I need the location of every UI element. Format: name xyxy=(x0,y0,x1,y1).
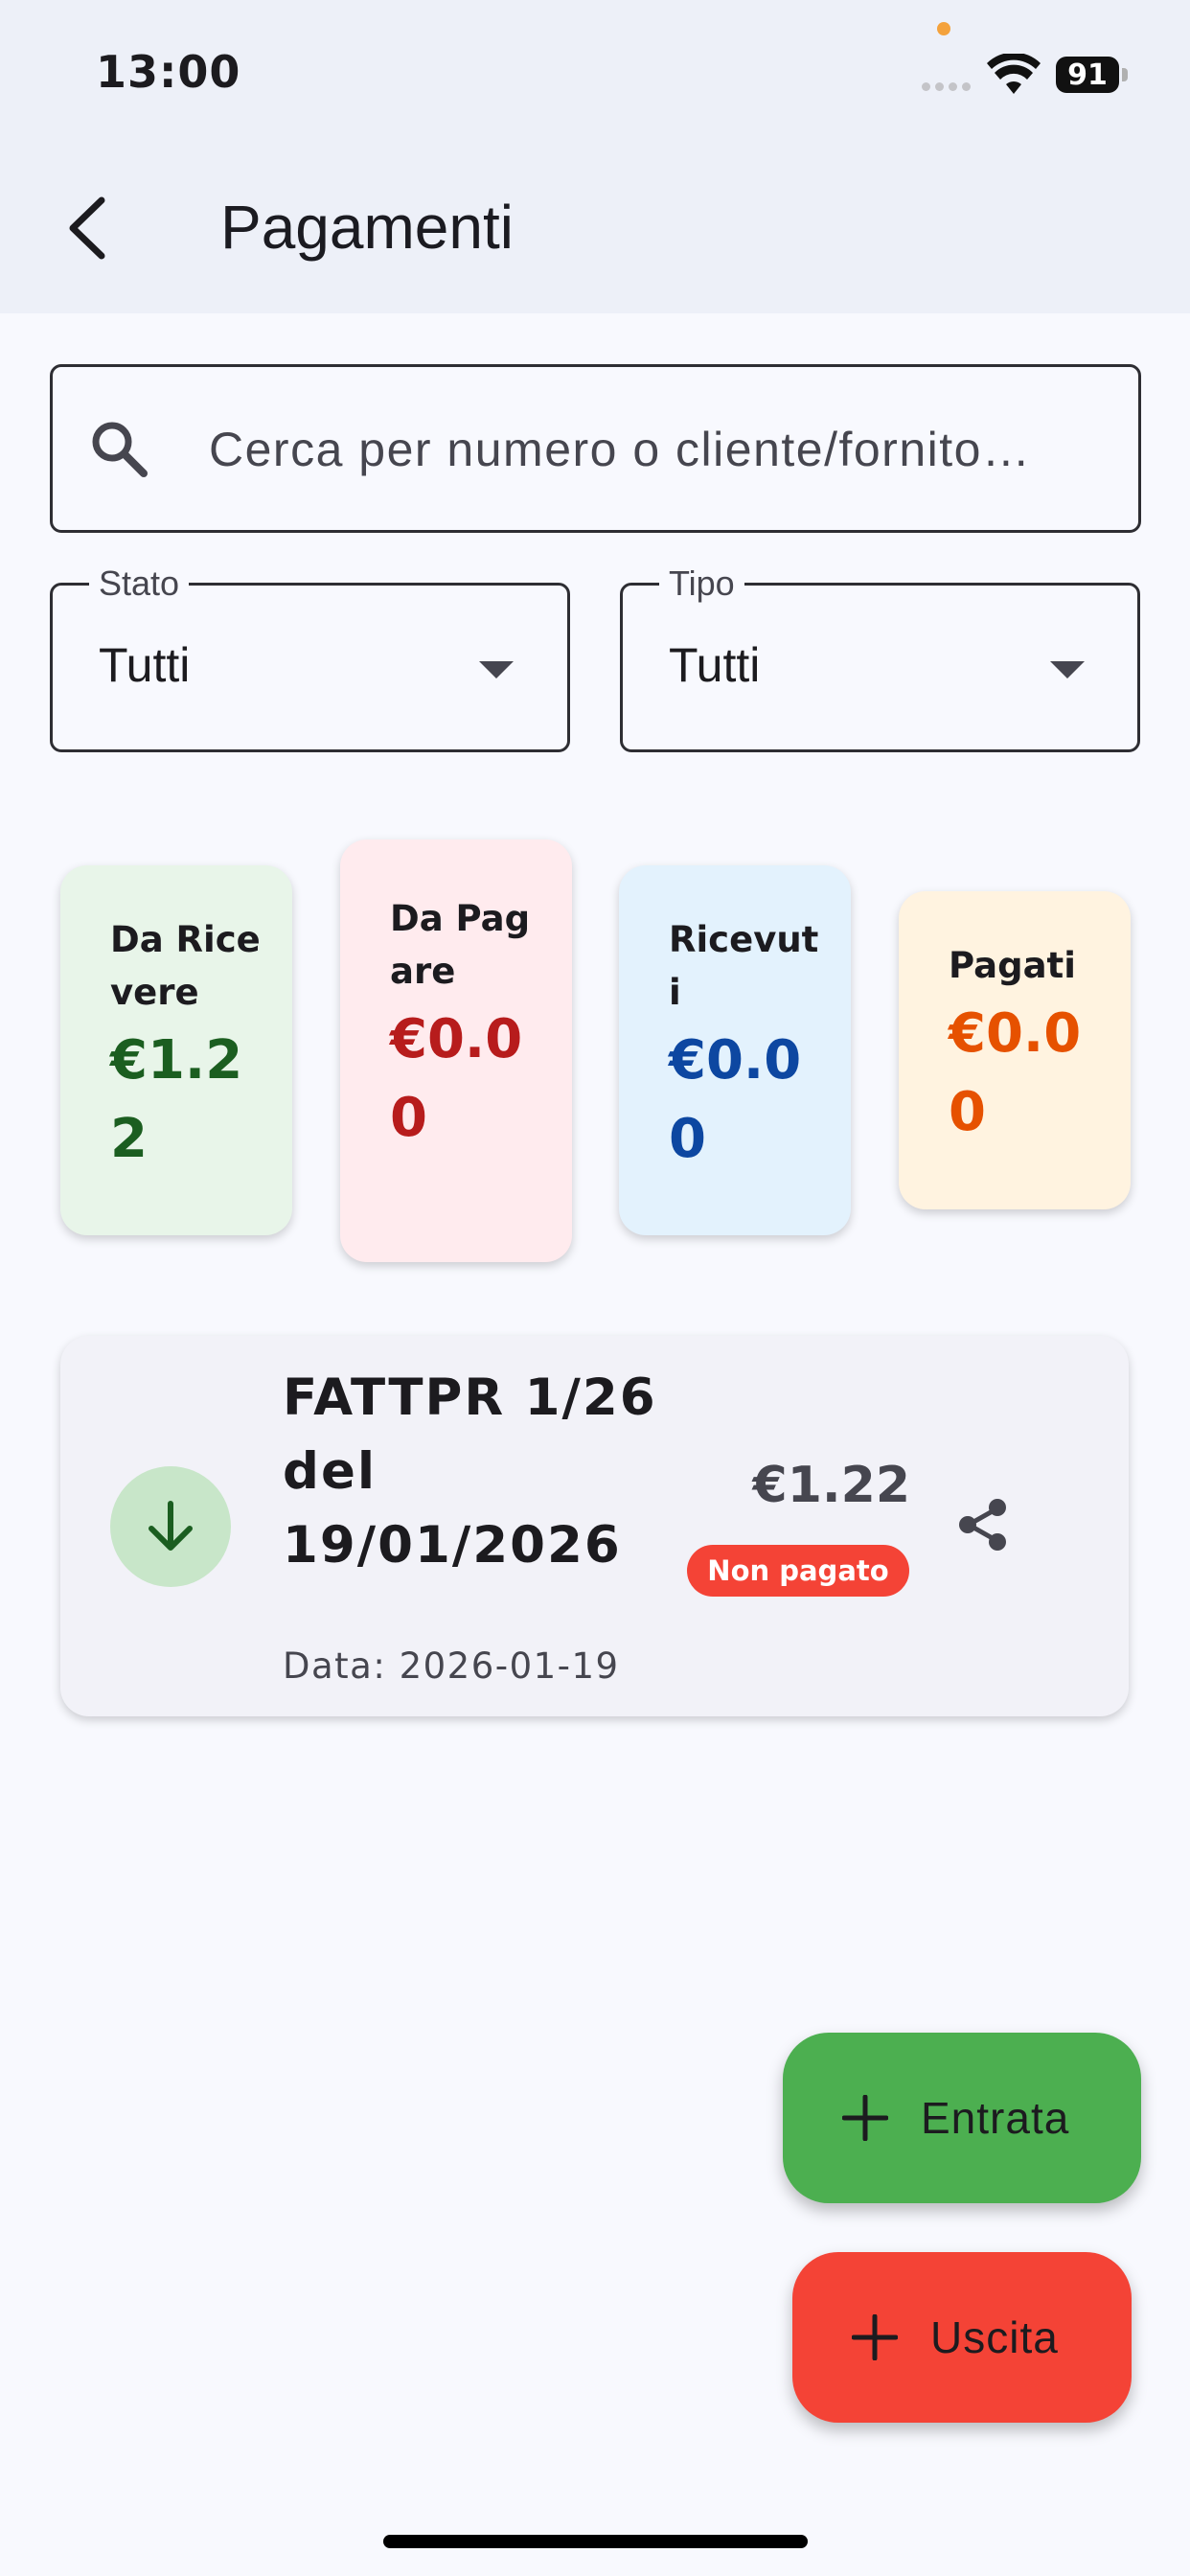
summary-card-label: Da Pagare xyxy=(390,898,531,992)
camera-indicator-dot xyxy=(937,22,950,35)
wifi-icon xyxy=(987,54,1041,94)
payment-amount: €1.22 xyxy=(752,1457,910,1514)
summary-card-value: €0.00 xyxy=(669,1029,802,1170)
summary-card-label: Ricevuti xyxy=(669,919,819,1013)
search-input[interactable] xyxy=(209,417,1090,482)
summary-card-value: €1.22 xyxy=(110,1029,243,1170)
home-indicator[interactable] xyxy=(383,2535,808,2548)
plus-icon xyxy=(842,2095,888,2141)
summary-card-paid[interactable]: Pagati €0.00 xyxy=(899,891,1131,1209)
add-expense-label: Uscita xyxy=(930,2312,1059,2362)
back-button[interactable] xyxy=(56,192,117,264)
income-direction-badge xyxy=(110,1466,231,1587)
chevron-down-icon xyxy=(1050,661,1085,678)
status-badge: Non pagato xyxy=(687,1545,909,1597)
payment-title: FATTPR 1/26 del 19/01/2026 xyxy=(283,1368,657,1575)
summary-card-to-pay[interactable]: Da Pagare €0.00 xyxy=(340,840,572,1262)
battery-tip xyxy=(1122,68,1128,81)
cellular-signal-icon xyxy=(922,82,971,91)
payment-date: Data: 2026-01-19 xyxy=(283,1645,620,1687)
share-icon[interactable] xyxy=(953,1495,1013,1554)
arrow-down-icon xyxy=(149,1501,193,1551)
summary-card-received[interactable]: Ricevuti €0.00 xyxy=(619,865,851,1235)
search-icon xyxy=(92,422,148,477)
summary-card-label: Pagati xyxy=(949,945,1076,986)
battery-icon: 91 xyxy=(1056,57,1119,93)
chevron-left-icon xyxy=(69,196,105,260)
add-expense-button[interactable]: Uscita xyxy=(792,2252,1132,2423)
add-income-label: Entrata xyxy=(921,2093,1070,2143)
status-time: 13:00 xyxy=(96,46,241,98)
plus-icon xyxy=(852,2314,898,2360)
summary-card-value: €0.00 xyxy=(390,1008,523,1149)
summary-card-to-receive[interactable]: Da Ricevere €1.22 xyxy=(60,865,292,1235)
summary-card-label: Da Ricevere xyxy=(110,919,261,1013)
type-filter-label: Tipo xyxy=(659,564,744,604)
chevron-down-icon xyxy=(479,661,514,678)
type-filter-value: Tutti xyxy=(669,638,761,692)
add-income-button[interactable]: Entrata xyxy=(783,2033,1141,2203)
page-title: Pagamenti xyxy=(220,193,514,262)
status-filter-label: Stato xyxy=(89,564,190,604)
status-filter-value: Tutti xyxy=(99,638,191,692)
summary-card-value: €0.00 xyxy=(949,1002,1082,1143)
